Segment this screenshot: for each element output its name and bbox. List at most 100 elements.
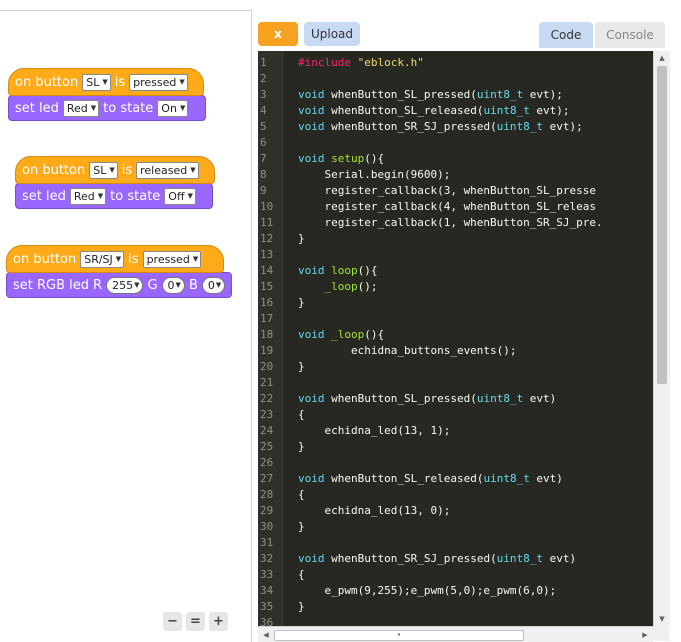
scroll-down-icon[interactable]: ▼ (654, 612, 670, 626)
set-led-block[interactable]: set led Red ▼ to state On ▼ (8, 95, 206, 121)
zoom-in-icon[interactable]: + (209, 612, 228, 631)
code-line: #include "eblock.h" (298, 56, 424, 69)
event-stack-sl-pressed[interactable]: on button SL ▼ is pressed ▼ set led Red ▼ t… (8, 68, 206, 121)
line-number: 9 (260, 184, 267, 197)
state-dropdown[interactable]: released ▼ (136, 161, 199, 179)
r-label: R (93, 277, 103, 293)
chevron-down-icon: ▼ (175, 280, 181, 289)
button-dropdown[interactable]: SL ▼ (89, 161, 118, 179)
button-dropdown[interactable]: SR/SJ ▼ (80, 250, 125, 268)
led-state-dropdown[interactable]: Off ▼ (164, 187, 196, 205)
code-line: void loop(){ (298, 264, 378, 277)
chevron-down-icon: ▼ (179, 103, 186, 112)
line-number: 16 (260, 296, 274, 309)
led-dropdown[interactable]: Red ▼ (69, 187, 107, 205)
vertical-scroll-thumb[interactable] (657, 66, 667, 384)
code-line: void whenButton_SR_SJ_pressed(uint8_t ev… (298, 120, 583, 133)
chevron-down-icon: ▼ (90, 103, 97, 112)
line-number: 28 (260, 488, 274, 501)
led-dropdown-value: Red (66, 101, 88, 115)
horizontal-scrollbar[interactable]: ◀ • ▶ (258, 626, 653, 642)
line-number: 8 (260, 168, 267, 181)
code-line: } (298, 296, 305, 309)
b-value: 0 (207, 278, 215, 292)
is-label: is (128, 251, 139, 267)
chevron-down-icon: ▼ (97, 191, 104, 200)
r-value-input[interactable]: 255 ▼ (106, 276, 144, 294)
code-line: void setup(){ (298, 152, 385, 165)
code-line: register_callback(1, whenButton_SR_SJ_pr… (298, 216, 603, 229)
g-label: G (147, 277, 158, 293)
to-state-label: to state (103, 100, 154, 116)
line-number: 27 (260, 472, 274, 485)
close-button[interactable]: x (258, 22, 298, 46)
line-number: 13 (260, 248, 274, 261)
code-line: void whenButton_SR_SJ_pressed(uint8_t ev… (298, 552, 577, 565)
scroll-up-icon[interactable]: ▲ (654, 51, 670, 65)
b-value-input[interactable]: 0 ▼ (201, 276, 226, 294)
code-line: void whenButton_SL_pressed(uint8_t evt); (298, 88, 563, 101)
line-number: 25 (260, 440, 274, 453)
upload-button[interactable]: Upload (304, 22, 360, 46)
led-state-value: On (161, 101, 177, 115)
chevron-down-icon: ▼ (109, 165, 115, 174)
code-line: echidna_led(13, 0); (298, 504, 451, 517)
chevron-down-icon: ▼ (134, 280, 140, 289)
line-number: 35 (260, 600, 274, 613)
code-toolbar: x Upload Code Console (258, 22, 670, 48)
g-value-input[interactable]: 0 ▼ (161, 276, 185, 294)
code-line: { (298, 408, 305, 421)
state-dropdown[interactable]: pressed ▼ (129, 73, 188, 91)
when-button-hat-block[interactable]: on button SR/SJ ▼ is pressed ▼ (6, 245, 224, 273)
code-line: register_callback(4, whenButton_SL_relea… (298, 200, 597, 213)
code-line: void whenButton_SL_released(uint8_t evt)… (298, 104, 570, 117)
hat-label: on button (22, 162, 86, 178)
when-button-hat-block[interactable]: on button SL ▼ is released ▼ (15, 156, 215, 184)
line-number: 26 (260, 456, 274, 469)
code-line: } (298, 600, 305, 613)
zoom-reset-icon[interactable]: = (186, 612, 205, 631)
line-number: 14 (260, 264, 274, 277)
code-line: Serial.begin(9600); (298, 168, 451, 181)
code-line: register_callback(3, whenButton_SL_press… (298, 184, 597, 197)
vertical-scrollbar[interactable]: ▲ ▼ (653, 51, 670, 626)
line-number: 3 (260, 88, 267, 101)
scroll-left-icon[interactable]: ◀ (258, 627, 274, 642)
line-number: 24 (260, 424, 274, 437)
led-state-dropdown[interactable]: On ▼ (157, 99, 189, 117)
code-line: void whenButton_SL_pressed(uint8_t evt) (298, 392, 557, 405)
event-stack-srsj-pressed[interactable]: on button SR/SJ ▼ is pressed ▼ set RGB led… (6, 245, 232, 298)
line-number: 32 (260, 552, 274, 565)
chevron-down-icon: ▼ (102, 77, 108, 86)
tab-console[interactable]: Console (595, 22, 665, 48)
tab-code[interactable]: Code (539, 22, 593, 48)
cmd-label: set RGB led (13, 277, 90, 293)
g-value: 0 (167, 278, 175, 292)
button-dropdown-value: SL (86, 75, 100, 89)
set-led-block[interactable]: set led Red ▼ to state Off ▼ (15, 183, 213, 209)
cmd-label: set led (22, 188, 66, 204)
cmd-label: set led (15, 100, 59, 116)
event-stack-sl-released[interactable]: on button SL ▼ is released ▼ set led Red ▼ … (15, 156, 215, 209)
chevron-down-icon: ▼ (215, 280, 222, 289)
zoom-out-icon[interactable]: − (163, 612, 182, 631)
code-line: } (298, 360, 305, 373)
hat-label: on button (15, 74, 79, 90)
code-editor[interactable]: 1 2 3 4 5 6 7 8 9 10 11 12 13 14 15 16 17 18 19 20 21 22 23 24 2… (258, 51, 669, 641)
scroll-right-icon[interactable]: ▶ (637, 627, 653, 642)
button-dropdown[interactable]: SL ▼ (82, 73, 111, 91)
line-number: 30 (260, 520, 274, 533)
b-label: B (188, 277, 198, 293)
set-rgb-led-block[interactable]: set RGB led R 255 ▼ G 0 ▼ B 0 ▼ (6, 272, 232, 298)
chevron-down-icon: ▼ (190, 165, 196, 174)
led-state-value: Off (168, 189, 185, 203)
line-number: 12 (260, 232, 274, 245)
horizontal-scroll-thumb[interactable]: • (274, 630, 524, 641)
blocks-workspace[interactable]: on button SL ▼ is pressed ▼ set led Red ▼ t… (0, 10, 252, 642)
line-number: 1 (260, 56, 267, 69)
button-dropdown-value: SR/SJ (84, 252, 113, 266)
state-dropdown[interactable]: pressed ▼ (142, 250, 202, 268)
led-dropdown[interactable]: Red ▼ (62, 99, 100, 117)
is-label: is (121, 162, 133, 178)
when-button-hat-block[interactable]: on button SL ▼ is pressed ▼ (8, 68, 204, 96)
